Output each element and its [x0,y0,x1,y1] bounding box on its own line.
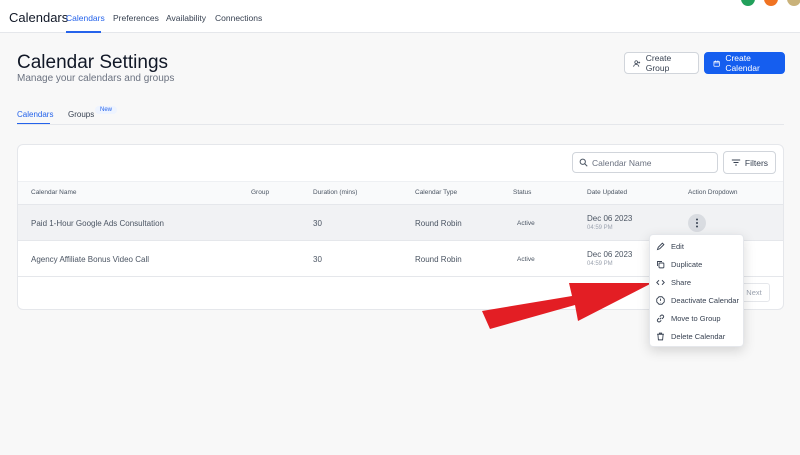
menu-item-label: Move to Group [671,313,721,323]
pencil-icon [656,241,665,250]
menu-item-label: Duplicate [671,259,703,269]
menu-item-label: Share [671,277,692,287]
menu-item-label: Edit [671,241,684,251]
menu-item-deactivate-calendar[interactable]: Deactivate Calendar [650,291,745,309]
menu-item-edit[interactable]: Edit [650,237,745,255]
red-arrow-annotation [482,283,652,329]
link-icon [656,314,665,322]
menu-item-delete-calendar[interactable]: Delete Calendar [650,327,745,345]
menu-item-label: Deactivate Calendar [671,295,739,305]
copy-icon [657,260,665,268]
alert-octagon-icon [656,295,665,305]
code-icon [656,279,665,285]
menu-item-label: Delete Calendar [671,331,726,341]
menu-item-move-to-group[interactable]: Move to Group [650,309,745,327]
action-dropdown-menu: Edit Duplicate Share Deactivate Calendar… [649,234,744,347]
menu-item-share[interactable]: Share [650,273,745,291]
menu-item-duplicate[interactable]: Duplicate [650,255,745,273]
trash-icon [657,332,664,340]
